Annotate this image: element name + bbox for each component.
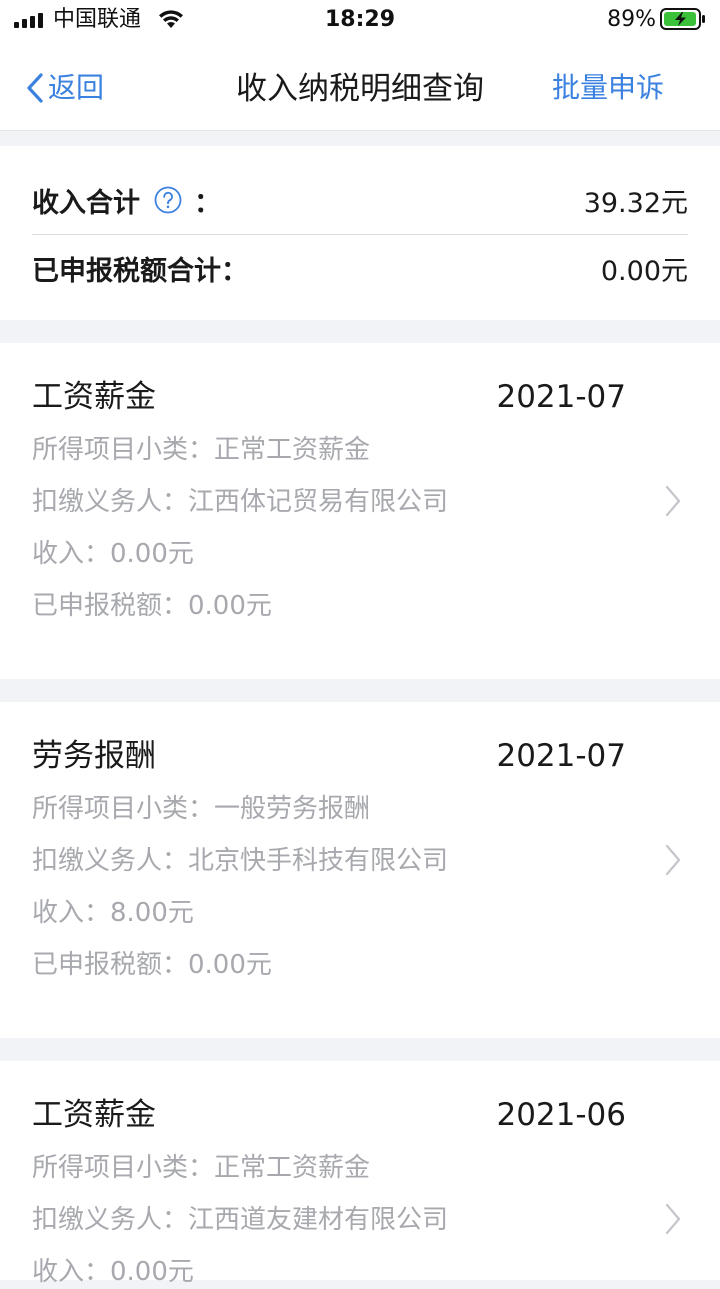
nav-bar: 返回 收入纳税明细查询 批量申诉 [0, 40, 720, 131]
record-income: 收入：0.00元 [32, 1257, 194, 1287]
back-label: 返回 [48, 71, 105, 104]
chevron-right-icon [665, 1203, 681, 1235]
record-tax: 已申报税额：0.00元 [32, 591, 272, 621]
record-title: 劳务报酬 [32, 738, 156, 774]
battery-charging-icon [660, 8, 705, 30]
record-withholder: 扣缴义务人：江西体记贸易有限公司 [32, 487, 449, 517]
chevron-right-icon [665, 485, 681, 517]
record-title: 工资薪金 [32, 1097, 156, 1133]
record-subcategory: 所得项目小类：正常工资薪金 [32, 1153, 371, 1183]
record-income: 收入：8.00元 [32, 898, 194, 928]
record-card[interactable]: 工资薪金 2021-07 所得项目小类：正常工资薪金 扣缴义务人：江西体记贸易有… [0, 343, 720, 679]
income-total-value: 39.32元 [583, 187, 688, 219]
record-subcategory: 所得项目小类：正常工资薪金 [32, 435, 371, 465]
summary-card: 收入合计 ： 39.32元 已申报税额合计： 0.00元 [0, 146, 720, 320]
record-withholder: 扣缴义务人：北京快手科技有限公司 [32, 846, 449, 876]
income-total-colon: ： [194, 187, 221, 219]
battery-percentage: 89% [607, 7, 656, 32]
chevron-left-icon [27, 73, 43, 103]
record-title: 工资薪金 [32, 379, 156, 415]
income-total-row: 收入合计 ： 39.32元 [32, 180, 688, 220]
chevron-right-icon [665, 844, 681, 876]
tax-total-value: 0.00元 [600, 255, 688, 287]
record-card[interactable]: 劳务报酬 2021-07 所得项目小类：一般劳务报酬 扣缴义务人：北京快手科技有… [0, 702, 720, 1038]
status-bar: 中国联通 18:29 89% [0, 0, 720, 40]
record-withholder: 扣缴义务人：江西道友建材有限公司 [32, 1205, 449, 1235]
batch-appeal-button[interactable]: 批量申诉 [552, 70, 664, 106]
record-subcategory: 所得项目小类：一般劳务报酬 [32, 794, 371, 824]
record-card[interactable]: 工资薪金 2021-06 所得项目小类：正常工资薪金 扣缴义务人：江西道友建材有… [0, 1061, 720, 1287]
tax-total-row: 已申报税额合计： 0.00元 [32, 248, 688, 288]
back-button[interactable]: 返回 [26, 70, 104, 106]
record-date: 2021-06 [496, 1097, 626, 1133]
question-circle-icon[interactable] [154, 186, 182, 214]
tax-total-label: 已申报税额合计： [32, 255, 248, 287]
summary-divider [32, 234, 688, 235]
record-date: 2021-07 [496, 379, 626, 415]
record-income: 收入：0.00元 [32, 539, 194, 569]
record-tax: 已申报税额：0.00元 [32, 950, 272, 980]
income-total-label: 收入合计 [32, 187, 140, 219]
record-date: 2021-07 [496, 738, 626, 774]
